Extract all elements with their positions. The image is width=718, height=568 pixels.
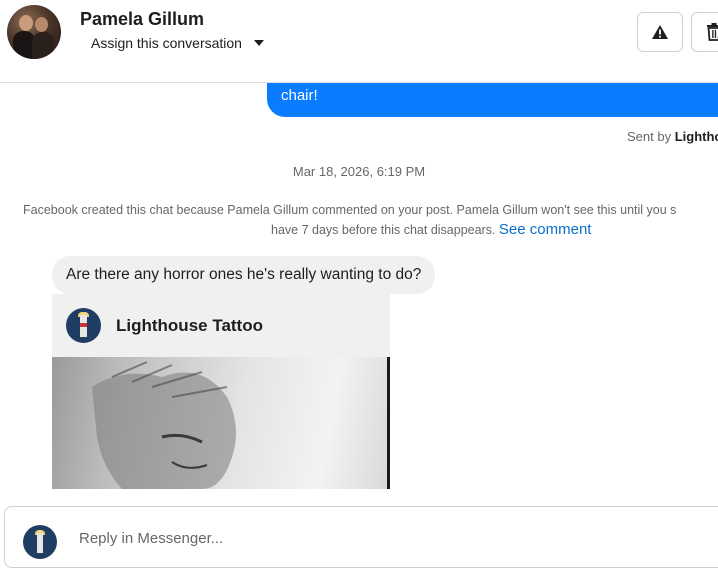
shared-post-header: Lighthouse Tattoo [52,294,390,357]
chevron-down-icon [253,40,264,46]
page-avatar [23,525,57,559]
see-comment-link[interactable]: See comment [499,221,592,238]
lighthouse-page-avatar [66,308,101,343]
system-note-line2: have 7 days before this chat disappears. [271,223,499,237]
trash-icon [707,23,718,41]
shared-post-image[interactable] [52,357,390,489]
shared-post-page-name: Lighthouse Tattoo [116,316,263,335]
shared-post-card[interactable]: Lighthouse Tattoo [52,294,390,489]
delete-button[interactable] [691,12,718,52]
reply-input[interactable] [77,529,681,548]
system-note-line1: Facebook created this chat because Pamel… [23,203,677,217]
incoming-message[interactable]: Are there any horror ones he's really wa… [52,256,436,294]
warning-icon [652,25,668,39]
sender-name: Lighthouse [674,129,718,144]
system-note: Facebook created this chat because Pamel… [23,201,676,240]
outgoing-message-text: chair! [281,87,318,104]
contact-name[interactable]: Pamela Gillum [80,9,204,30]
report-button[interactable] [637,12,683,52]
conversation-header: Pamela Gillum Assign this conversation [0,0,718,83]
assign-label: Assign this conversation [91,35,242,51]
sent-by-label: Sent by Lighthouse [627,129,718,144]
incoming-message-text: Are there any horror ones he's really wa… [66,266,422,283]
assign-conversation-dropdown[interactable]: Assign this conversation [91,35,264,51]
contact-avatar[interactable] [7,5,61,59]
message-timestamp: Mar 18, 2026, 6:19 PM [292,164,426,179]
reply-composer [4,506,718,568]
